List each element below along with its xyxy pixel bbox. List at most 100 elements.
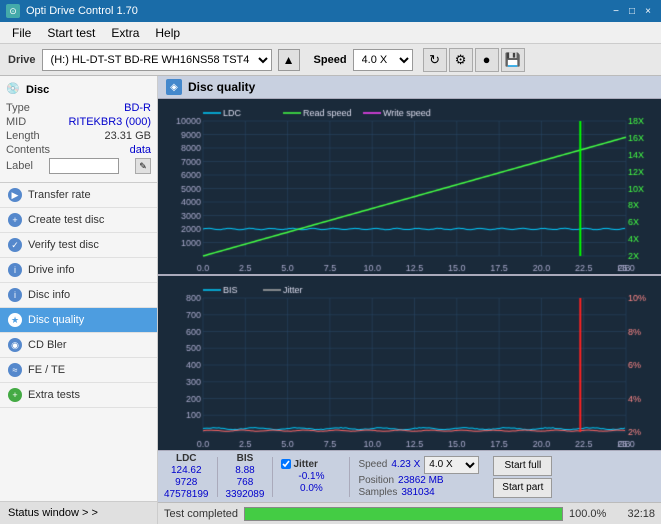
speed-label: Speed <box>314 54 347 66</box>
refresh-button[interactable]: ↻ <box>423 48 447 72</box>
start-full-button[interactable]: Start full <box>493 456 552 476</box>
disc-quality-title: Disc quality <box>188 80 255 94</box>
bottom-chart <box>158 276 661 450</box>
time-display: 32:18 <box>615 508 655 520</box>
close-button[interactable]: × <box>641 4 655 18</box>
nav-section: ▶ Transfer rate + Create test disc ✓ Ver… <box>0 183 157 501</box>
disc-info-icon: i <box>8 288 22 302</box>
status-text: Test completed <box>164 508 238 520</box>
jitter-header: Jitter <box>293 459 317 470</box>
mid-label: MID <box>6 116 26 128</box>
speed-select[interactable]: 4.0 X <box>353 49 413 71</box>
jitter-check-container: Jitter <box>281 459 341 470</box>
sidebar: 💿 Disc Type BD-R MID RITEKBR3 (000) Leng… <box>0 76 158 524</box>
ldc-max: 9728 <box>164 477 209 488</box>
sidebar-item-fe-te[interactable]: ≈ FE / TE <box>0 358 157 383</box>
bis-header: BIS <box>226 453 265 464</box>
menu-start-test[interactable]: Start test <box>39 24 103 42</box>
top-chart <box>158 99 661 276</box>
title-bar: ⊙ Opti Drive Control 1.70 − □ × <box>0 0 661 22</box>
stats-ldc-col: LDC 124.62 9728 47578199 <box>164 453 209 500</box>
bis-max: 768 <box>226 477 265 488</box>
speed-stat-select[interactable]: 4.0 X <box>424 456 479 474</box>
ldc-avg: 124.62 <box>164 465 209 476</box>
type-value: BD-R <box>124 102 151 114</box>
position-label: Position <box>358 475 394 486</box>
speed-stat-label: Speed <box>358 459 387 470</box>
status-window-button[interactable]: Status window > > <box>0 501 157 524</box>
progress-percentage: 100.0% <box>569 508 609 520</box>
length-label: Length <box>6 130 40 142</box>
disc-info-label: Disc info <box>28 289 70 301</box>
disc-icon: 💿 <box>6 82 22 98</box>
mid-value: RITEKBR3 (000) <box>68 116 151 128</box>
verify-test-icon: ✓ <box>8 238 22 252</box>
cd-bler-label: CD Bler <box>28 339 67 351</box>
settings-button[interactable]: ⚙ <box>449 48 473 72</box>
sidebar-item-cd-bler[interactable]: ◉ CD Bler <box>0 333 157 358</box>
drive-info-icon: i <box>8 263 22 277</box>
maximize-button[interactable]: □ <box>625 4 639 18</box>
progress-fill <box>245 508 562 520</box>
charts-container <box>158 99 661 450</box>
create-test-label: Create test disc <box>28 214 104 226</box>
contents-label: Contents <box>6 144 50 156</box>
start-part-button[interactable]: Start part <box>493 478 552 498</box>
transfer-rate-label: Transfer rate <box>28 189 91 201</box>
jitter-checkbox[interactable] <box>281 459 291 469</box>
extra-tests-icon: + <box>8 388 22 402</box>
drive-select[interactable]: (H:) HL-DT-ST BD-RE WH16NS58 TST4 <box>42 49 272 71</box>
bis-avg: 8.88 <box>226 465 265 476</box>
sidebar-item-drive-info[interactable]: i Drive info <box>0 258 157 283</box>
speed-stat-value: 4.23 X <box>391 459 420 470</box>
transfer-rate-icon: ▶ <box>8 188 22 202</box>
bis-total: 3392089 <box>226 489 265 500</box>
app-icon: ⊙ <box>6 4 20 18</box>
jitter-avg: -0.1% <box>281 471 341 482</box>
stats-divider-3 <box>349 457 350 497</box>
ldc-header: LDC <box>164 453 209 464</box>
type-label: Type <box>6 102 30 114</box>
disc-label-input[interactable] <box>49 158 119 174</box>
fe-te-icon: ≈ <box>8 363 22 377</box>
stats-speed-col: Speed 4.23 X 4.0 X Position 23862 MB Sam… <box>358 456 479 498</box>
cd-bler-icon: ◉ <box>8 338 22 352</box>
bottom-chart-canvas <box>158 276 661 450</box>
extra-tests-label: Extra tests <box>28 389 80 401</box>
menu-help[interactable]: Help <box>147 24 188 42</box>
sidebar-item-transfer-rate[interactable]: ▶ Transfer rate <box>0 183 157 208</box>
menu-file[interactable]: File <box>4 24 39 42</box>
drive-label: Drive <box>8 54 36 66</box>
minimize-button[interactable]: − <box>609 4 623 18</box>
samples-label: Samples <box>358 487 397 498</box>
disc-label-label: Label <box>6 160 33 172</box>
burn-button[interactable]: ● <box>475 48 499 72</box>
position-value: 23862 MB <box>398 475 444 486</box>
disc-quality-label: Disc quality <box>28 314 84 326</box>
sidebar-item-verify-test-disc[interactable]: ✓ Verify test disc <box>0 233 157 258</box>
verify-test-label: Verify test disc <box>28 239 99 251</box>
main-area: 💿 Disc Type BD-R MID RITEKBR3 (000) Leng… <box>0 76 661 524</box>
stats-bar: LDC 124.62 9728 47578199 BIS 8.88 768 33… <box>158 450 661 502</box>
drive-info-label: Drive info <box>28 264 74 276</box>
save-button[interactable]: 💾 <box>501 48 525 72</box>
drive-bar: Drive (H:) HL-DT-ST BD-RE WH16NS58 TST4 … <box>0 44 661 76</box>
disc-quality-header: ◈ Disc quality <box>158 76 661 99</box>
disc-panel: 💿 Disc Type BD-R MID RITEKBR3 (000) Leng… <box>0 76 157 183</box>
sidebar-item-extra-tests[interactable]: + Extra tests <box>0 383 157 408</box>
contents-value: data <box>130 144 151 156</box>
progress-bar <box>244 507 563 521</box>
start-buttons-col: Start full Start part <box>493 456 552 498</box>
menu-bar: File Start test Extra Help <box>0 22 661 44</box>
eject-button[interactable]: ▲ <box>278 49 300 71</box>
sidebar-item-disc-quality[interactable]: ★ Disc quality <box>0 308 157 333</box>
content-area: ◈ Disc quality LDC 124.62 9728 47578199 <box>158 76 661 524</box>
length-value: 23.31 GB <box>105 130 151 142</box>
sidebar-item-create-test-disc[interactable]: + Create test disc <box>0 208 157 233</box>
status-window-label: Status window > > <box>8 507 98 519</box>
label-edit-button[interactable]: ✎ <box>135 158 151 174</box>
stats-bis-col: BIS 8.88 768 3392089 <box>226 453 265 500</box>
sidebar-item-disc-info[interactable]: i Disc info <box>0 283 157 308</box>
disc-title: Disc <box>26 84 49 96</box>
menu-extra[interactable]: Extra <box>103 24 147 42</box>
